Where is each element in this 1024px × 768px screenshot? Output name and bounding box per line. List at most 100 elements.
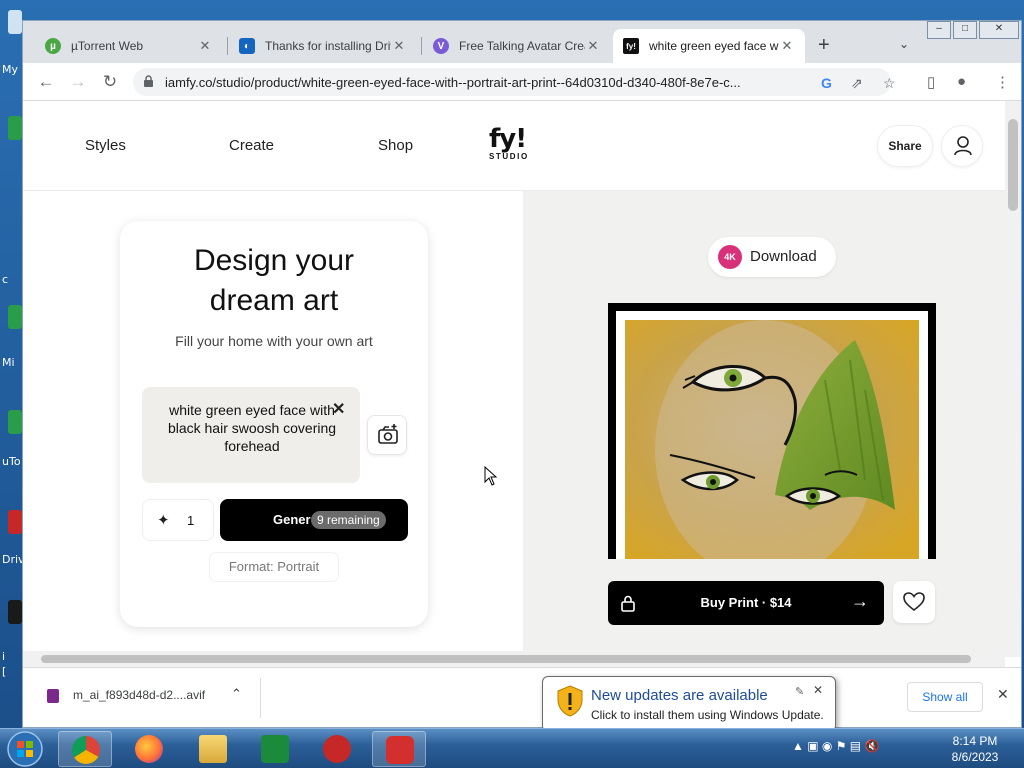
taskbar: ▲ ▣ ◉ ⚑ ▤ 🔇 8:14 PM 8/6/2023 bbox=[0, 728, 1024, 768]
share-page-icon[interactable]: ⇗ bbox=[851, 75, 863, 92]
close-tab-icon[interactable]: ✕ bbox=[391, 38, 407, 54]
share-button[interactable]: Share bbox=[877, 125, 933, 167]
clock-date: 8/6/2023 bbox=[951, 750, 999, 764]
desktop-icon-driver[interactable] bbox=[8, 510, 22, 534]
image-count-selector[interactable]: ✦ 1 bbox=[142, 499, 214, 541]
art-mat bbox=[616, 311, 928, 559]
favorite-button[interactable] bbox=[893, 581, 935, 623]
menu-kebab-icon[interactable]: ⋮ bbox=[995, 73, 1010, 91]
close-tab-icon[interactable]: ✕ bbox=[585, 38, 601, 54]
vertical-scrollbar[interactable] bbox=[1005, 101, 1021, 657]
format-label[interactable]: Format: Portrait bbox=[210, 553, 338, 581]
notification-title: New updates are available bbox=[591, 687, 768, 704]
lock-icon bbox=[144, 75, 153, 87]
close-tab-icon[interactable]: ✕ bbox=[197, 38, 213, 54]
desktop-label: Mi bbox=[2, 356, 15, 369]
desktop-icon-utorrent[interactable] bbox=[8, 410, 22, 434]
card-title: Design your dream art bbox=[120, 241, 428, 321]
camera-plus-icon bbox=[378, 424, 398, 444]
desktop-icon-app[interactable] bbox=[8, 600, 22, 624]
prompt-input[interactable]: white green eyed face with black hair sw… bbox=[142, 387, 360, 483]
chrome-icon bbox=[72, 736, 100, 764]
show-all-button[interactable]: Show all bbox=[907, 682, 983, 712]
preview-panel: 4K Download Buy Print · $14 → bbox=[523, 191, 1005, 657]
site-header: Styles Create Shop fy! STUDIO Share bbox=[23, 101, 1005, 191]
reload-icon[interactable]: ↻ bbox=[99, 71, 121, 93]
download-4k-button[interactable]: 4K Download bbox=[708, 237, 836, 277]
desktop-icon-app[interactable] bbox=[8, 305, 22, 329]
start-button[interactable] bbox=[2, 729, 48, 768]
nav-create[interactable]: Create bbox=[229, 137, 274, 154]
desktop-label: c bbox=[2, 273, 9, 286]
update-notification[interactable]: New updates are available Click to insta… bbox=[542, 676, 836, 732]
app-gear-icon bbox=[323, 735, 351, 763]
tab-title: µTorrent Web bbox=[71, 39, 144, 53]
windows-logo-icon bbox=[7, 731, 43, 767]
design-panel: Design your dream art Fill your home wit… bbox=[23, 191, 523, 657]
mouse-cursor-icon bbox=[484, 466, 498, 486]
taskbar-explorer[interactable] bbox=[186, 731, 240, 767]
notification-message: Click to install them using Windows Upda… bbox=[591, 708, 824, 722]
web-page: Styles Create Shop fy! STUDIO Share Desi… bbox=[23, 101, 1005, 657]
buy-print-label: Buy Print · $14 bbox=[700, 595, 792, 610]
art-frame bbox=[608, 303, 936, 559]
taskbar-app-p[interactable] bbox=[248, 731, 302, 767]
horizontal-scrollbar[interactable] bbox=[23, 651, 1005, 667]
artwork-image[interactable] bbox=[625, 320, 919, 559]
close-notification-icon[interactable]: ✕ bbox=[813, 683, 823, 697]
tab-avatar[interactable]: V Free Talking Avatar Creat ✕ bbox=[423, 29, 611, 63]
nav-shop[interactable]: Shop bbox=[378, 137, 413, 154]
tray-icons[interactable]: ▲ ▣ ◉ ⚑ ▤ 🔇 bbox=[792, 739, 879, 753]
close-window-button[interactable]: ✕ bbox=[979, 21, 1019, 39]
taskbar-recorder[interactable] bbox=[372, 731, 426, 767]
tab-driver[interactable]: ◐ Thanks for installing Driv ✕ bbox=[229, 29, 417, 63]
close-tab-icon[interactable]: ✕ bbox=[779, 38, 795, 54]
app-p-icon bbox=[261, 735, 289, 763]
back-icon[interactable]: ← bbox=[35, 71, 57, 93]
maximize-window-button[interactable]: □ bbox=[953, 21, 977, 39]
logo-wordmark: fy! bbox=[489, 124, 527, 154]
upload-photo-button[interactable] bbox=[367, 415, 407, 455]
card-subtitle: Fill your home with your own art bbox=[175, 333, 373, 349]
new-tab-icon[interactable]: + bbox=[818, 35, 830, 55]
sparkle-icon: ✦ bbox=[157, 512, 170, 529]
close-download-bar-icon[interactable]: ✕ bbox=[997, 686, 1009, 703]
buy-print-button[interactable]: Buy Print · $14 → bbox=[608, 581, 884, 625]
tab-utorrent[interactable]: µ µTorrent Web ✕ bbox=[35, 29, 223, 63]
driver-icon: ◐ bbox=[239, 38, 255, 54]
heart-icon bbox=[903, 592, 925, 612]
forward-icon[interactable]: → bbox=[67, 71, 89, 93]
avatar-site-icon: V bbox=[433, 38, 449, 54]
taskbar-chrome[interactable] bbox=[58, 731, 112, 767]
chevron-up-icon[interactable]: ⌃ bbox=[231, 686, 242, 702]
account-button[interactable] bbox=[941, 125, 983, 167]
google-icon[interactable]: G bbox=[821, 75, 832, 91]
firefox-icon bbox=[135, 735, 163, 763]
minimize-window-button[interactable]: – bbox=[927, 21, 951, 39]
vertical-scroll-thumb[interactable] bbox=[1008, 119, 1018, 211]
folder-icon bbox=[199, 735, 227, 763]
pin-icon[interactable]: ✎ bbox=[795, 685, 804, 698]
card-title-line1: Design your bbox=[193, 244, 355, 277]
profile-icon[interactable]: ● bbox=[957, 73, 966, 90]
card-title-line2: dream art bbox=[209, 284, 339, 317]
tab-active-product[interactable]: fy! white green eyed face w ✕ bbox=[613, 29, 805, 63]
browser-toolbar: ← → ↻ iamfy.co/studio/product/white-gree… bbox=[23, 63, 1021, 101]
clear-prompt-icon[interactable]: ✕ bbox=[332, 399, 345, 419]
download-item[interactable]: m_ai_f893d48d-d2....avif bbox=[73, 688, 205, 702]
address-bar[interactable]: iamfy.co/studio/product/white-green-eyed… bbox=[133, 68, 896, 96]
taskbar-firefox[interactable] bbox=[122, 731, 176, 767]
artwork-face-illustration bbox=[625, 320, 919, 559]
taskbar-app-red[interactable] bbox=[310, 731, 364, 767]
nav-styles[interactable]: Styles bbox=[85, 137, 126, 154]
horizontal-scroll-thumb[interactable] bbox=[41, 655, 971, 663]
bookmark-star-icon[interactable]: ☆ bbox=[883, 75, 896, 92]
generate-button[interactable]: Gener 9 remaining bbox=[220, 499, 408, 541]
system-clock[interactable]: 8:14 PM 8/6/2023 bbox=[940, 733, 1010, 765]
chevron-down-icon[interactable]: ⌄ bbox=[899, 37, 909, 51]
desktop-icon-computer[interactable] bbox=[8, 10, 22, 34]
tab-strip: µ µTorrent Web ✕ ◐ Thanks for installing… bbox=[23, 21, 1021, 63]
fy-studio-logo[interactable]: fy! STUDIO bbox=[489, 124, 541, 163]
side-panel-icon[interactable]: ▯ bbox=[927, 73, 935, 91]
desktop-icon-app[interactable] bbox=[8, 116, 22, 140]
